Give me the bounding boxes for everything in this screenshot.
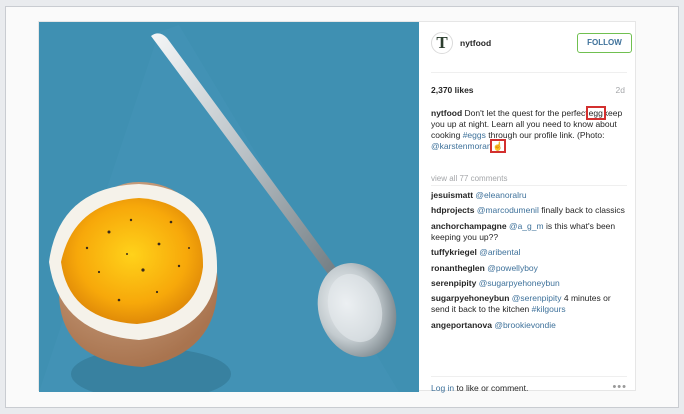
- comment-text: finally back to classics: [541, 205, 625, 216]
- divider: [431, 376, 627, 377]
- comment-hashtag[interactable]: #kilgours: [532, 304, 566, 314]
- more-options-icon[interactable]: •••: [612, 381, 627, 393]
- divider: [431, 185, 627, 186]
- comment-user[interactable]: jesuismatt: [431, 190, 473, 200]
- login-link[interactable]: Log in: [431, 383, 454, 393]
- hashtag-eggs[interactable]: #eggs: [463, 130, 486, 140]
- comment-item: hdprojects @marcodumenil finally back to…: [431, 205, 627, 216]
- egg-spoon-illustration: [39, 22, 419, 392]
- comment-item: serenpipity @sugarpyehoneybun: [431, 278, 627, 289]
- follow-button[interactable]: FOLLOW: [577, 33, 632, 53]
- view-all-comments-link[interactable]: view all 77 comments: [431, 174, 507, 183]
- photographer-mention[interactable]: @karstenmoran: [431, 141, 492, 151]
- comment-item: ronantheglen @powellyboy: [431, 263, 627, 274]
- comments-list: jesuismatt @eleanoralru hdprojects @marc…: [431, 190, 627, 335]
- comment-user[interactable]: angeportanova: [431, 320, 492, 330]
- screenshot-frame: T nytfood FOLLOW 2,370 likes 2d nytfood …: [5, 6, 679, 408]
- caption-author[interactable]: nytfood: [431, 108, 462, 118]
- pointer-cursor-icon: ☝: [492, 141, 504, 151]
- caption-text-1: Don't let the quest for the perfect: [464, 108, 588, 118]
- comment-item: angeportanova @brookievondie: [431, 320, 627, 331]
- comment-user[interactable]: ronantheglen: [431, 263, 485, 273]
- instagram-post: T nytfood FOLLOW 2,370 likes 2d nytfood …: [38, 21, 637, 393]
- highlight-cursor: ☝: [489, 139, 507, 153]
- highlight-eggs: egg: [585, 106, 606, 120]
- comment-user[interactable]: tuffykriegel: [431, 247, 477, 257]
- comment-text: @sugarpyehoneybun: [478, 277, 560, 288]
- comment-text: @powellyboy: [487, 262, 538, 273]
- post-age[interactable]: 2d: [616, 85, 625, 95]
- login-prompt-text: to like or comment.: [456, 383, 529, 393]
- post-sidebar: T nytfood FOLLOW 2,370 likes 2d nytfood …: [419, 22, 637, 393]
- nytfood-avatar[interactable]: T: [431, 32, 453, 54]
- comment-user[interactable]: anchorchampagne: [431, 221, 507, 231]
- comment-user[interactable]: sugarpyehoneybun: [431, 293, 509, 303]
- comment-mention[interactable]: @serenpipity: [512, 293, 562, 303]
- comment-item: jesuismatt @eleanoralru: [431, 190, 627, 201]
- post-header: T nytfood FOLLOW: [431, 32, 632, 56]
- comment-mention[interactable]: @a_g_m: [509, 221, 544, 231]
- comment-item: anchorchampagne @a_g_m is this what's be…: [431, 221, 627, 243]
- caption-text-3: through our profile link. (Photo:: [488, 130, 605, 140]
- comment-text: @brookievondie: [494, 319, 556, 330]
- comment-text: @aribental: [479, 247, 521, 258]
- comment-item: sugarpyehoneybun @serenpipity 4 minutes …: [431, 293, 627, 315]
- post-footer: Log in to like or comment. •••: [431, 381, 627, 393]
- comment-user[interactable]: hdprojects: [431, 205, 474, 215]
- divider: [431, 72, 627, 73]
- account-handle[interactable]: nytfood: [460, 38, 491, 48]
- post-photo[interactable]: [39, 22, 419, 392]
- comment-item: tuffykriegel @aribental: [431, 247, 627, 258]
- likes-count[interactable]: 2,370 likes: [431, 85, 474, 95]
- comment-mention[interactable]: @marcodumenil: [477, 205, 539, 215]
- caption: nytfood Don't let the quest for the perf…: [431, 106, 627, 153]
- comment-user[interactable]: serenpipity: [431, 278, 476, 288]
- comment-text: @eleanoralru: [475, 190, 527, 200]
